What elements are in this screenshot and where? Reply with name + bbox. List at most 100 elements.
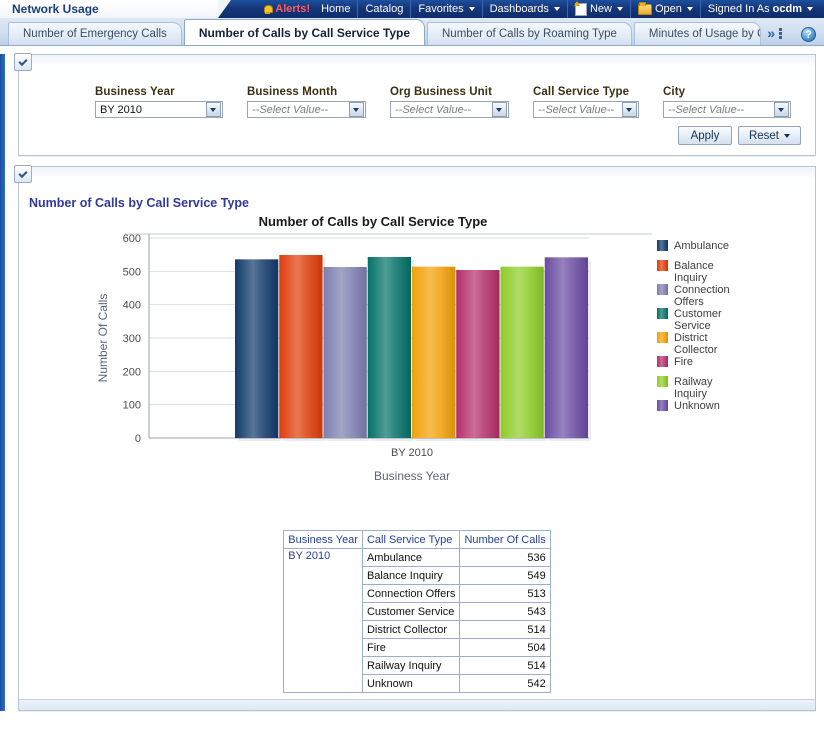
signed-in-user: ocdm (773, 0, 802, 18)
business-month-select[interactable]: --Select Value-- (247, 101, 366, 118)
bar-unknown[interactable] (545, 257, 588, 438)
menu-open[interactable]: Open (630, 0, 700, 18)
legend-label[interactable]: Balance (674, 260, 714, 272)
menu-catalog[interactable]: Catalog (357, 0, 410, 18)
menu-new[interactable]: New (567, 0, 630, 18)
business-month-value: --Select Value-- (248, 104, 349, 116)
bar-railway-inquiry[interactable] (501, 267, 544, 438)
filter-panel: Business Year BY 2010 Business Month --S… (18, 54, 816, 156)
chevron-down-icon (784, 134, 790, 138)
signed-in-as[interactable]: Signed In As ocdm (700, 0, 820, 18)
legend-label[interactable]: Service (674, 320, 711, 332)
reset-button[interactable]: Reset (738, 126, 801, 145)
prompt-business-year: Business Year BY 2010 (95, 86, 223, 118)
prompt-city: City --Select Value-- (663, 86, 791, 118)
prompt-call-service-type: Call Service Type --Select Value-- (533, 86, 639, 118)
y-tick-label: 0 (135, 433, 141, 445)
cell-call-service-type: Customer Service (362, 603, 459, 621)
x-tick-label: BY 2010 (391, 447, 433, 459)
menu-dashboards-label: Dashboards (490, 0, 549, 18)
filter-panel-header-strip (19, 55, 815, 68)
chevron-down-icon[interactable] (206, 102, 221, 117)
bar-customer-service[interactable] (368, 257, 411, 438)
global-header-menu: Alerts! Home Catalog Favorites Dashboard… (218, 0, 824, 18)
city-select[interactable]: --Select Value-- (663, 101, 791, 118)
legend-label[interactable]: Connection (674, 284, 730, 296)
page-options-icon[interactable] (779, 28, 794, 41)
help-icon[interactable]: ? (801, 27, 816, 42)
tab-overflow-button[interactable]: » (763, 23, 779, 45)
org-business-unit-select[interactable]: --Select Value-- (390, 101, 509, 118)
brand-slant (218, 0, 231, 18)
filter-collapse-button[interactable] (14, 53, 32, 71)
bar-connection-offers[interactable] (324, 267, 367, 438)
legend-label[interactable]: District (674, 332, 708, 344)
menu-favorites-label: Favorites (418, 0, 463, 18)
cell-number-of-calls: 543 (460, 603, 550, 621)
legend-label[interactable]: Inquiry (674, 272, 708, 284)
apply-button[interactable]: Apply (678, 126, 732, 145)
legend-label[interactable]: Inquiry (674, 388, 708, 400)
data-table: Business Year Call Service Type Number O… (283, 530, 550, 693)
menu-favorites[interactable]: Favorites (410, 0, 481, 18)
global-header: Network Usage Alerts! Home Catalog Favor… (0, 0, 824, 18)
tab-number-of-calls-by-roaming-type[interactable]: Number of Calls by Roaming Type (427, 22, 632, 45)
legend-swatch (657, 240, 668, 251)
chart-title: Number of Calls by Call Service Type (259, 214, 488, 229)
prompt-label: Org Business Unit (390, 86, 509, 98)
legend-label[interactable]: Unknown (674, 400, 720, 412)
tab-label: Number of Emergency Calls (23, 28, 167, 40)
signed-in-as-label: Signed In As (708, 0, 770, 18)
tab-label: Number of Calls by Roaming Type (442, 28, 617, 40)
chevron-down-icon[interactable] (622, 102, 637, 117)
bar-chart: Number of Calls by Call Service Type0100… (19, 210, 799, 530)
prompt-row: Business Year BY 2010 Business Month --S… (19, 68, 815, 118)
report-collapse-button[interactable] (14, 165, 32, 183)
bar-district-collector[interactable] (412, 267, 455, 438)
bar-fire[interactable] (456, 270, 499, 438)
cell-call-service-type: Balance Inquiry (362, 567, 459, 585)
legend-label[interactable]: Offers (674, 296, 704, 308)
cell-call-service-type: District Collector (362, 621, 459, 639)
cell-number-of-calls: 514 (460, 657, 550, 675)
legend-label[interactable]: Railway (674, 376, 713, 388)
legend-swatch (657, 376, 668, 387)
report-section: Number of Calls by Call Service Type Num… (18, 166, 816, 711)
cell-call-service-type: Connection Offers (362, 585, 459, 603)
tab-number-of-emergency-calls[interactable]: Number of Emergency Calls (8, 22, 182, 45)
chevron-down-icon[interactable] (774, 102, 789, 117)
legend-label[interactable]: Fire (674, 356, 693, 368)
legend-label[interactable]: Customer (674, 308, 722, 320)
menu-open-label: Open (655, 0, 682, 18)
y-tick-label: 600 (123, 233, 141, 245)
menu-new-label: New (590, 0, 612, 18)
apply-label: Apply (691, 130, 720, 142)
chevron-down-icon[interactable] (349, 102, 364, 117)
tab-label: Minutes of Usage by Call Ty (649, 28, 761, 40)
cell-business-year: BY 2010 (284, 549, 363, 693)
cell-number-of-calls: 513 (460, 585, 550, 603)
bar-ambulance[interactable] (235, 259, 278, 438)
prompt-label: Business Month (247, 86, 366, 98)
cell-number-of-calls: 549 (460, 567, 550, 585)
legend-swatch (657, 284, 668, 295)
folder-icon (638, 4, 652, 15)
tab-label: Number of Calls by Call Service Type (199, 26, 410, 40)
chevron-down-icon[interactable] (492, 102, 507, 117)
legend-label[interactable]: Ambulance (674, 240, 729, 252)
menu-dashboards[interactable]: Dashboards (482, 0, 567, 18)
business-year-select[interactable]: BY 2010 (95, 101, 223, 118)
y-tick-label: 500 (123, 266, 141, 278)
tab-minutes-of-usage-by-call-type[interactable]: Minutes of Usage by Call Ty (634, 22, 761, 45)
menu-home[interactable]: Home (314, 0, 357, 18)
prompt-org-business-unit: Org Business Unit --Select Value-- (390, 86, 509, 118)
tab-number-of-calls-by-call-service-type[interactable]: Number of Calls by Call Service Type (184, 19, 425, 45)
legend-label[interactable]: Collector (674, 344, 718, 356)
call-service-type-select[interactable]: --Select Value-- (533, 101, 639, 118)
y-axis-title: Number Of Calls (96, 294, 110, 383)
col-business-year: Business Year (284, 531, 363, 549)
bar-balance-inquiry[interactable] (279, 255, 322, 438)
chart-area: Number of Calls by Call Service Type0100… (19, 210, 815, 530)
cell-number-of-calls: 542 (460, 675, 550, 693)
alerts-link[interactable]: Alerts! (256, 0, 314, 18)
